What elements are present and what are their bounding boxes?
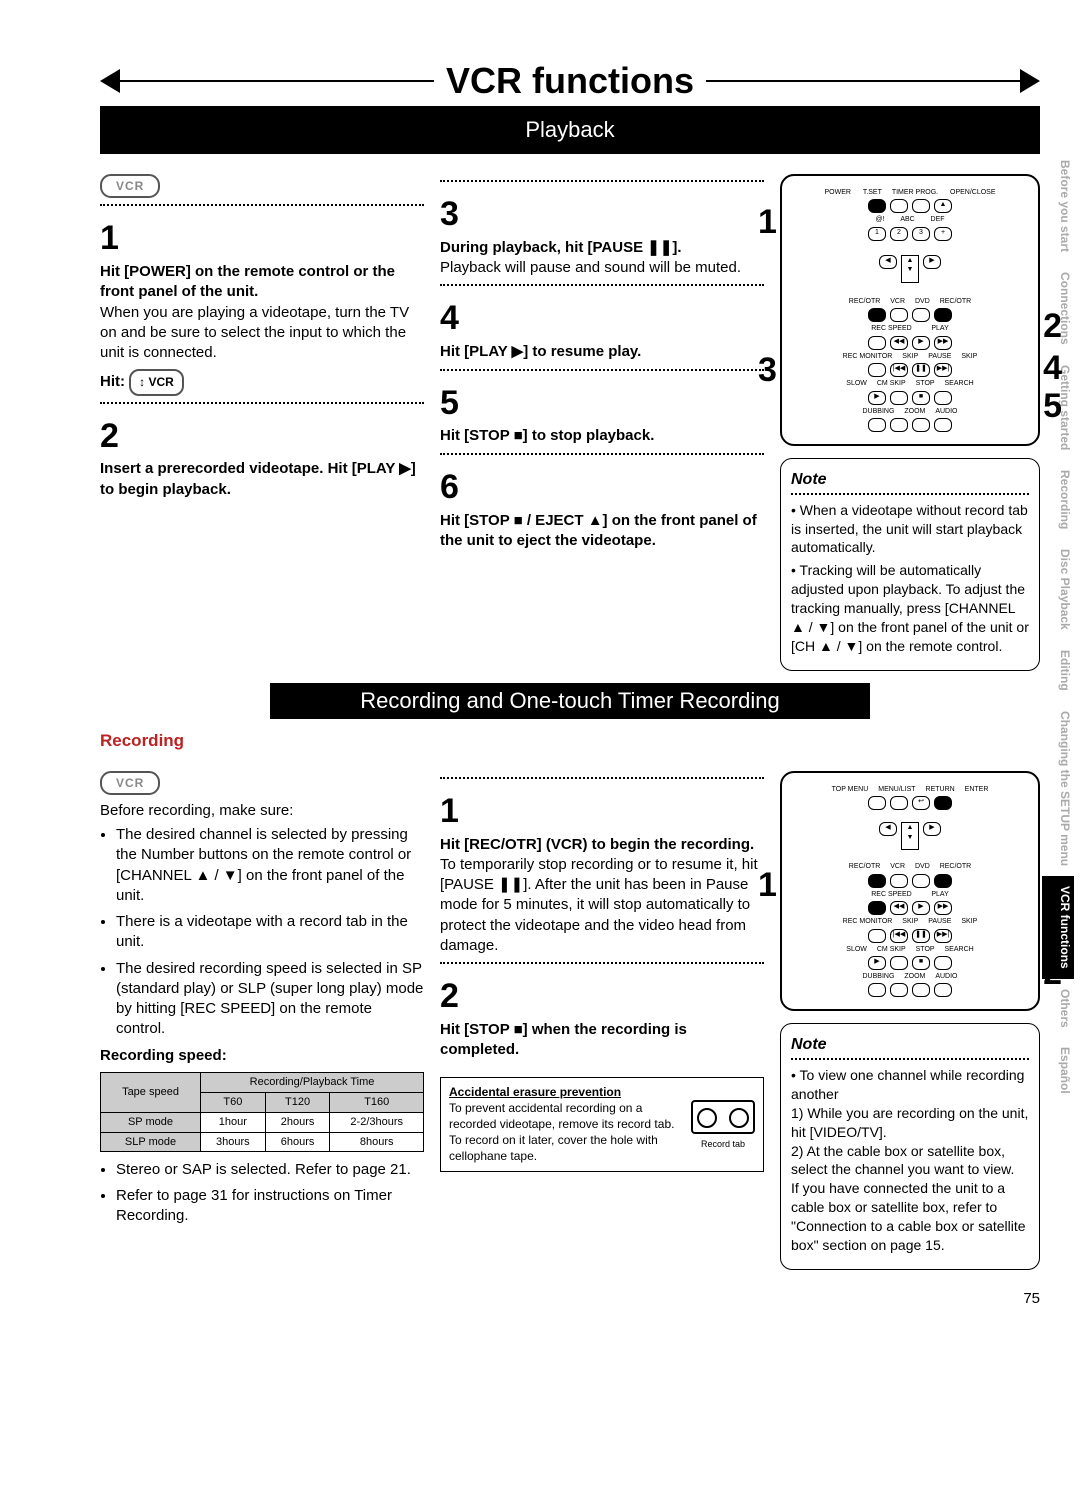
playback-note: Note • When a videotape without record t… bbox=[780, 458, 1040, 671]
step1-body: When you are playing a videotape, turn t… bbox=[100, 303, 424, 364]
recording-header: Recording bbox=[100, 731, 1040, 751]
nav-left-icon: ◀ bbox=[879, 255, 897, 269]
rec-step2-title: Hit [STOP ■] when the recording is compl… bbox=[440, 1020, 764, 1061]
play-icon: ▶ bbox=[912, 336, 930, 350]
rec-step1-body: To temporarily stop recording or to resu… bbox=[440, 855, 764, 956]
rec-step1-title: Hit [REC/OTR] (VCR) to begin the recordi… bbox=[440, 835, 764, 855]
tab-editing: Editing bbox=[1042, 640, 1074, 701]
tab-before-you-start: Before you start bbox=[1042, 150, 1074, 262]
vcr-badge: VCR bbox=[100, 174, 160, 198]
tab-changing-setup: Changing the SETUP menu bbox=[1042, 701, 1074, 876]
nav-right-icon: ▶ bbox=[923, 255, 941, 269]
step4-title: Hit [PLAY ▶] to resume play. bbox=[440, 342, 764, 362]
ff-icon: ▶▶ bbox=[934, 336, 952, 350]
recording-note: Note • To view one channel while recordi… bbox=[780, 1023, 1040, 1270]
step2-title: Insert a prerecorded videotape. Hit [PLA… bbox=[100, 459, 424, 500]
arrow-left-icon bbox=[100, 69, 120, 93]
tab-recording: Recording bbox=[1042, 460, 1074, 539]
callout-rec-1: 1 bbox=[758, 863, 777, 909]
callout-rec-2: 2 bbox=[1043, 951, 1062, 997]
section-recording-bar: Recording and One-touch Timer Recording bbox=[270, 683, 870, 719]
remote-control-diagram-2: TOP MENU MENU/LIST RETURN ENTER ↩ ◀▲▼▶ R… bbox=[780, 771, 1040, 1012]
stop-icon: ■ bbox=[912, 391, 930, 405]
pause-icon: ❚❚ bbox=[912, 363, 930, 377]
vcr-badge-2: VCR bbox=[100, 771, 160, 795]
callout-rec-1b: 1 bbox=[1043, 911, 1062, 957]
record-tab-label: Record tab bbox=[691, 1138, 755, 1150]
step6-title: Hit [STOP ■ / EJECT ▲] on the front pane… bbox=[440, 511, 764, 552]
section-playback-bar: Playback bbox=[100, 106, 1040, 154]
step5-title: Hit [STOP ■] to stop playback. bbox=[440, 426, 764, 446]
eject-icon: ▲ bbox=[934, 199, 952, 213]
table-row: SLP mode 3hours 6hours 8hours bbox=[101, 1132, 424, 1152]
recording-speed-header: Recording speed: bbox=[100, 1046, 424, 1066]
page-title: VCR functions bbox=[434, 60, 706, 102]
callout-1: 1 bbox=[758, 200, 777, 246]
recording-prechecks: The desired channel is selected by press… bbox=[100, 825, 424, 1040]
power-icon bbox=[868, 199, 886, 213]
vcr-source-button-icon: ↕ VCR bbox=[129, 369, 184, 395]
callout-3: 3 bbox=[758, 348, 777, 394]
page-title-bar: VCR functions bbox=[100, 60, 1040, 102]
page-number: 75 bbox=[100, 1290, 1040, 1307]
cassette-icon bbox=[691, 1100, 755, 1134]
step1-title: Hit [POWER] on the remote control or the… bbox=[100, 262, 424, 303]
recording-intro: Before recording, make sure: bbox=[100, 801, 424, 821]
tab-disc-playback: Disc Playback bbox=[1042, 539, 1074, 640]
callout-2: 2 bbox=[1043, 304, 1062, 350]
step3-body: Playback will pause and sound will be mu… bbox=[440, 258, 764, 278]
tab-espanol: Español bbox=[1042, 1037, 1074, 1104]
rec-otr-vcr-icon bbox=[868, 308, 886, 322]
erasure-prevention-box: Accidental erasure prevention To prevent… bbox=[440, 1077, 764, 1172]
step3-title: During playback, hit [PAUSE ❚❚]. bbox=[440, 238, 764, 258]
arrow-right-icon bbox=[1020, 69, 1040, 93]
callout-5: 5 bbox=[1043, 384, 1062, 430]
remote-control-diagram: POWER T.SET TIMER PROG. OPEN/CLOSE ▲ @! … bbox=[780, 174, 1040, 446]
rew-icon: ◀◀ bbox=[890, 336, 908, 350]
recording-after-notes: Stereo or SAP is selected. Refer to page… bbox=[100, 1160, 424, 1227]
